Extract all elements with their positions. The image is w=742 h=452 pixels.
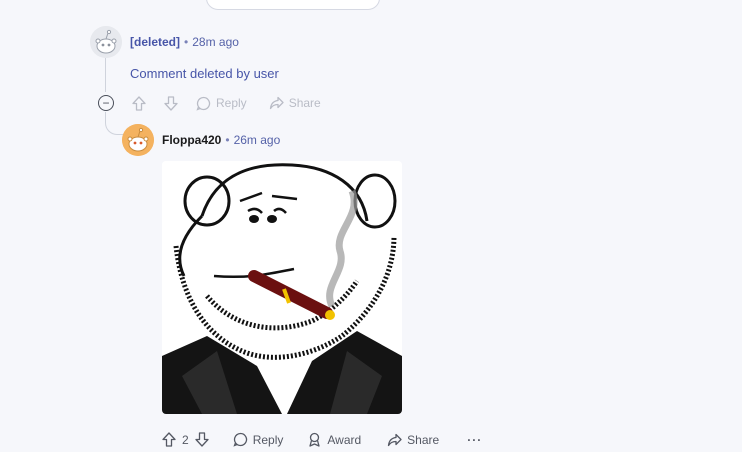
downvote-icon[interactable]	[164, 95, 178, 111]
comment-actions: − Reply Share	[98, 95, 321, 111]
reply-label: Reply	[252, 432, 284, 447]
share-label: Share	[288, 96, 321, 110]
comment-meta: Floppa420 • 26m ago	[162, 133, 280, 147]
comment-body: Comment deleted by user	[130, 66, 279, 81]
author-name[interactable]: Floppa420	[162, 133, 221, 147]
comment-age[interactable]: 26m ago	[234, 133, 281, 147]
comment-image[interactable]	[162, 161, 402, 414]
collapse-icon[interactable]: −	[98, 95, 114, 111]
avatar-floppa420[interactable]	[122, 124, 154, 156]
more-options-button[interactable]: ···	[467, 433, 482, 447]
search-pill[interactable]	[206, 0, 380, 10]
comment-age[interactable]: 28m ago	[192, 35, 239, 49]
thread-line	[105, 58, 106, 92]
snoo-icon	[122, 124, 154, 156]
share-button[interactable]: Share	[387, 433, 439, 447]
award-button[interactable]: Award	[307, 432, 361, 447]
share-icon	[388, 433, 402, 446]
snoo-icon	[90, 26, 122, 58]
more-icon: ···	[467, 432, 483, 447]
reply-button[interactable]: Reply	[196, 96, 247, 111]
reply-button[interactable]: Reply	[233, 432, 284, 447]
reply-label: Reply	[216, 96, 247, 110]
award-label: Award	[327, 432, 362, 447]
upvote-icon[interactable]	[162, 432, 176, 447]
reply-branch-line	[105, 112, 124, 135]
reply-icon	[196, 96, 211, 111]
share-label: Share	[407, 432, 440, 447]
reply-icon	[233, 432, 247, 447]
vote-count: 2	[182, 432, 189, 447]
comment-actions: 2 Reply Award Share ···	[162, 432, 482, 447]
award-icon	[309, 432, 321, 447]
share-button[interactable]: Share	[269, 96, 321, 110]
share-icon	[269, 96, 284, 110]
comment-meta: [deleted] • 28m ago	[130, 35, 239, 49]
author-name[interactable]: [deleted]	[130, 35, 180, 49]
meta-separator: •	[184, 35, 189, 49]
downvote-icon[interactable]	[195, 432, 209, 447]
meme-image	[162, 161, 402, 414]
avatar-deleted[interactable]	[90, 26, 122, 58]
upvote-icon[interactable]	[132, 95, 146, 111]
meta-separator: •	[225, 133, 230, 147]
